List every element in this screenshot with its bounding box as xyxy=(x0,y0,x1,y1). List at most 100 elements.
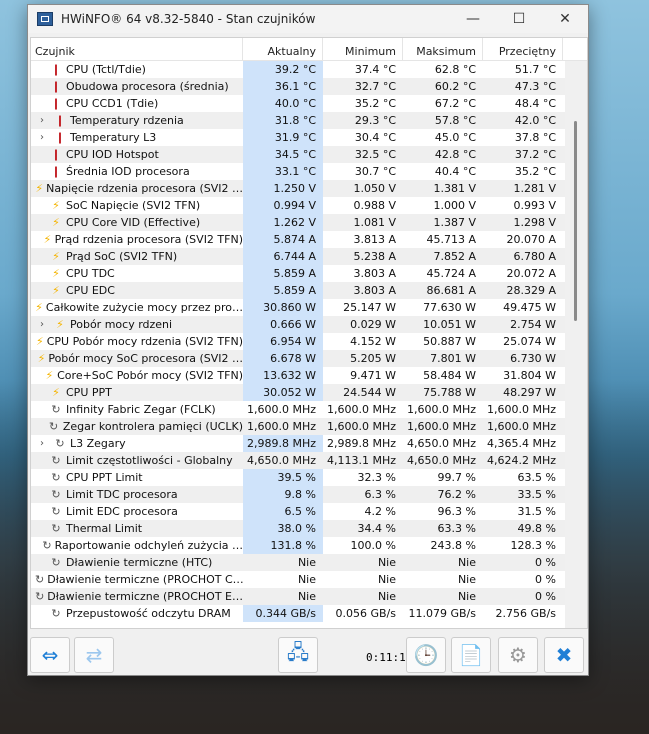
table-row[interactable]: ⚡ CPU PPT 30.052 W 24.544 W 75.788 W 48.297 W xyxy=(31,384,566,401)
table-row[interactable]: ❙ CPU (Tctl/Tdie) 39.2 °C 37.4 °C 62.8 °C 51.… xyxy=(31,61,566,78)
arrows-out-icon: ⇔ xyxy=(41,643,59,667)
column-header-minimum[interactable]: Minimum xyxy=(323,38,403,60)
sensor-name-cell: ↻ Limit EDC procesora xyxy=(31,503,243,520)
expand-chevron-icon[interactable]: › xyxy=(35,316,49,333)
column-header-current[interactable]: Aktualny xyxy=(243,38,323,60)
maximize-button[interactable]: ☐ xyxy=(496,5,542,33)
table-row[interactable]: › ⚡ Pobór mocy rdzeni 0.666 W 0.029 W 10.051 … xyxy=(31,316,566,333)
table-row[interactable]: ❙ Średnia IOD procesora 33.1 °C 30.7 °C 40.4… xyxy=(31,163,566,180)
table-row[interactable]: ❙ Obudowa procesora (średnia) 36.1 °C 32.7 … xyxy=(31,78,566,95)
table-row[interactable]: ❙ CPU IOD Hotspot 34.5 °C 32.5 °C 42.8 °C 37.… xyxy=(31,146,566,163)
value-cur: 38.0 % xyxy=(243,520,323,537)
table-row[interactable]: ↻ CPU PPT Limit 39.5 % 32.3 % 99.7 % 63.5 % xyxy=(31,469,566,486)
title-bar: HWiNFO® 64 v8.32-5840 - Stan czujników —… xyxy=(28,5,588,33)
table-row[interactable]: ⚡ Prąd SoC (SVI2 TFN) 6.744 A 5.238 A 7.852 … xyxy=(31,248,566,265)
value-min: 2,989.8 MHz xyxy=(326,437,396,450)
table-row[interactable]: ⚡ CPU Pobór mocy rdzenia (SVI2 TFN) 6.954 … xyxy=(31,333,566,350)
sensor-label: Przepustowość odczytu DRAM xyxy=(66,607,231,620)
settings-button[interactable]: ⚙ xyxy=(498,637,538,673)
value-max: 243.8 % xyxy=(430,539,476,552)
sensor-name-cell: ❙ Obudowa procesora (średnia) xyxy=(31,78,243,95)
thermometer-icon: ❙ xyxy=(55,131,65,144)
table-row[interactable]: › ↻ L3 Zegary 2,989.8 MHz 2,989.8 MHz 4,650.0… xyxy=(31,435,566,452)
value-min: 1.050 V xyxy=(353,182,396,195)
sensor-label: CPU PPT xyxy=(66,386,112,399)
collapse-columns-button[interactable]: ⇄ xyxy=(74,637,114,673)
table-row[interactable]: ⚡ Core+SoC Pobór mocy (SVI2 TFN) 13.632 W 9… xyxy=(31,367,566,384)
table-row[interactable]: ↻ Dławienie termiczne (PROCHOT E… Nie Nie Ni… xyxy=(31,588,566,605)
sensor-label: Temperatury rdzenia xyxy=(70,114,184,127)
value-min: 35.2 °C xyxy=(354,97,396,110)
table-row[interactable]: ⚡ Pobór mocy SoC procesora (SVI2 … 6.678 W… xyxy=(31,350,566,367)
sensor-name-cell: › ⚡ Pobór mocy rdzeni xyxy=(31,316,243,333)
value-avg: 42.0 °C xyxy=(514,114,556,127)
value-min: 32.5 °C xyxy=(354,148,396,161)
vertical-scrollbar[interactable] xyxy=(565,61,587,628)
close-sensors-button[interactable]: ✖ xyxy=(544,637,584,673)
value-max: 7.801 W xyxy=(430,352,476,365)
logging-button[interactable]: 📄 xyxy=(451,637,491,673)
value-min: 0.988 V xyxy=(353,199,396,212)
sensor-name-cell: ⚡ Core+SoC Pobór mocy (SVI2 TFN) xyxy=(31,367,243,384)
table-row[interactable]: ⚡ CPU EDC 5.859 A 3.803 A 86.681 A 28.329 A xyxy=(31,282,566,299)
value-max: 4,650.0 MHz xyxy=(406,437,476,450)
value-max: 62.8 °C xyxy=(434,63,476,76)
value-avg: 37.8 °C xyxy=(514,131,556,144)
expand-chevron-icon[interactable]: › xyxy=(35,435,49,452)
value-min: 100.0 % xyxy=(350,539,396,552)
table-row[interactable]: ↻ Limit częstotliwości - Globalny 4,650.0 … xyxy=(31,452,566,469)
minimize-button[interactable]: — xyxy=(450,5,496,33)
sensor-label: CPU Core VID (Effective) xyxy=(66,216,201,229)
value-min: 1,600.0 MHz xyxy=(326,420,396,433)
column-header-average[interactable]: Przeciętny xyxy=(483,38,563,60)
sensor-name-cell: ↻ Zegar kontrolera pamięci (UCLK) xyxy=(31,418,243,435)
sensor-label: Obudowa procesora (średnia) xyxy=(66,80,229,93)
clock-icon: ↻ xyxy=(51,488,61,501)
table-row[interactable]: ⚡ CPU Core VID (Effective) 1.262 V 1.081 V 1… xyxy=(31,214,566,231)
close-window-button[interactable]: ✕ xyxy=(542,5,588,33)
table-row[interactable]: › ❙ Temperatury L3 31.9 °C 30.4 °C 45.0 °C 37.… xyxy=(31,129,566,146)
table-row[interactable]: ↻ Dławienie termiczne (PROCHOT C… Nie Nie Ni… xyxy=(31,571,566,588)
value-cur: 1,600.0 MHz xyxy=(246,420,316,433)
table-row[interactable]: ↻ Infinity Fabric Zegar (FCLK) 1,600.0 MHz… xyxy=(31,401,566,418)
value-cur: 0.666 W xyxy=(243,316,323,333)
sensor-label: SoC Napięcie (SVI2 TFN) xyxy=(66,199,201,212)
expand-chevron-icon[interactable]: › xyxy=(35,112,49,129)
hwinfo-sensor-window: HWiNFO® 64 v8.32-5840 - Stan czujników —… xyxy=(27,4,589,676)
expand-chevron-icon[interactable]: › xyxy=(35,129,49,146)
table-row[interactable]: ↻ Przepustowość odczytu DRAM 0.344 GB/s 0.0… xyxy=(31,605,566,622)
sensor-name-cell: ↻ Raportowanie odchyleń zużycia … xyxy=(31,537,243,554)
reset-timer-button[interactable]: 🕒 xyxy=(406,637,446,673)
table-row[interactable]: ↻ Zegar kontrolera pamięci (UCLK) 1,600.0 … xyxy=(31,418,566,435)
column-header-maximum[interactable]: Maksimum xyxy=(403,38,483,60)
table-row[interactable]: ⚡ CPU TDC 5.859 A 3.803 A 45.724 A 20.072 A xyxy=(31,265,566,282)
table-row[interactable]: ⚡ Całkowite zużycie mocy przez pro… 30.860… xyxy=(31,299,566,316)
value-min: 1.081 V xyxy=(353,216,396,229)
value-min: 1,600.0 MHz xyxy=(326,403,396,416)
value-max: Nie xyxy=(457,573,476,586)
sensor-name-cell: ↻ Limit TDC procesora xyxy=(31,486,243,503)
hwinfo-app-icon xyxy=(37,12,53,26)
network-button[interactable]: 🖧 xyxy=(278,637,318,673)
value-min: 4,113.1 MHz xyxy=(326,454,396,467)
table-row[interactable]: ↻ Thermal Limit 38.0 % 34.4 % 63.3 % 49.8 % xyxy=(31,520,566,537)
table-row[interactable]: ⚡ SoC Napięcie (SVI2 TFN) 0.994 V 0.988 V 1.… xyxy=(31,197,566,214)
value-avg: 31.804 W xyxy=(503,369,556,382)
sensor-table: Czujnik Aktualny Minimum Maksimum Przeci… xyxy=(30,37,588,629)
value-avg: 33.5 % xyxy=(517,488,556,501)
value-cur: 1,600.0 MHz xyxy=(246,403,316,416)
table-row[interactable]: ↻ Dławienie termiczne (HTC) Nie Nie Nie 0 % xyxy=(31,554,566,571)
table-row[interactable]: ❙ CPU CCD1 (Tdie) 40.0 °C 35.2 °C 67.2 °C 48.… xyxy=(31,95,566,112)
column-header-sensor[interactable]: Czujnik xyxy=(31,38,243,60)
table-row[interactable]: ↻ Limit TDC procesora 9.8 % 6.3 % 76.2 % 33.5… xyxy=(31,486,566,503)
expand-columns-button[interactable]: ⇔ xyxy=(30,637,70,673)
value-max: 67.2 °C xyxy=(434,97,476,110)
table-row[interactable]: ↻ Limit EDC procesora 6.5 % 4.2 % 96.3 % 31.5… xyxy=(31,503,566,520)
table-row[interactable]: ⚡ Prąd rdzenia procesora (SVI2 TFN) 5.874 … xyxy=(31,231,566,248)
scrollbar-thumb[interactable] xyxy=(574,121,577,321)
sensor-name-cell: › ❙ Temperatury rdzenia xyxy=(31,112,243,129)
table-row[interactable]: ↻ Raportowanie odchyleń zużycia … 131.8 % 1… xyxy=(31,537,566,554)
table-row[interactable]: ⚡ Napięcie rdzenia procesora (SVI2 … 1.250… xyxy=(31,180,566,197)
table-header: Czujnik Aktualny Minimum Maksimum Przeci… xyxy=(31,38,587,61)
table-row[interactable]: › ❙ Temperatury rdzenia 31.8 °C 29.3 °C 57.8 … xyxy=(31,112,566,129)
